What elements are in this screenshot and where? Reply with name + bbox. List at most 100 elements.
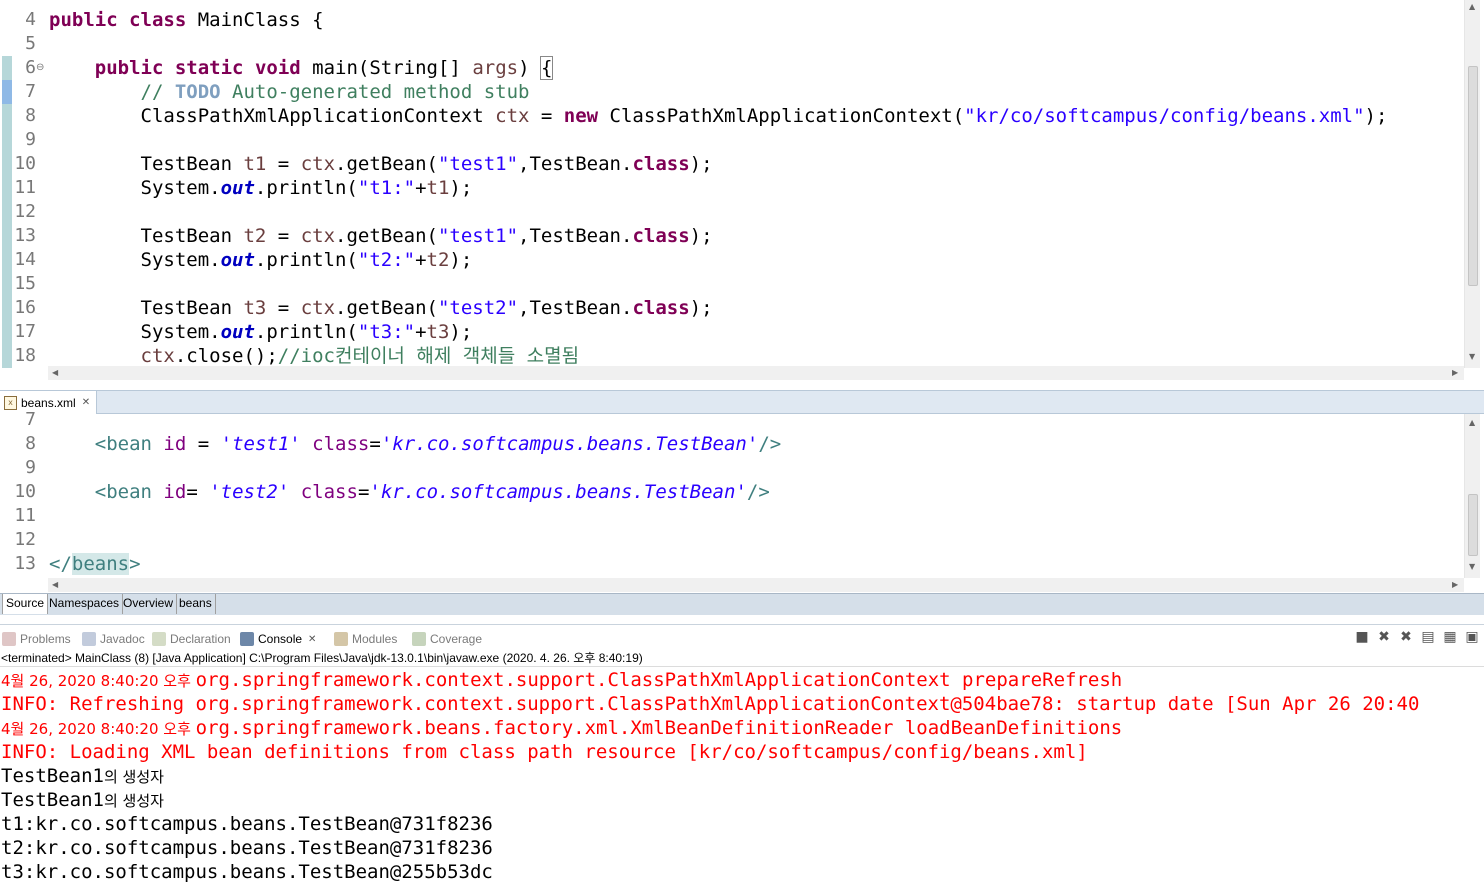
- code-token: t2: [243, 225, 267, 247]
- code-text[interactable]: System.out.println("t1:"+t1);: [49, 176, 473, 200]
- code-token: ctx: [140, 345, 175, 367]
- code-token: "t3:": [357, 321, 416, 343]
- code-text[interactable]: <bean id = 'test1' class='kr.co.softcamp…: [49, 432, 781, 456]
- code-token: =: [186, 481, 210, 503]
- code-text[interactable]: <bean id= 'test2' class='kr.co.softcampu…: [49, 480, 770, 504]
- code-token: static: [174, 57, 244, 79]
- java-editor[interactable]: 4 public class MainClass {5 6 ⊖ public stat…: [0, 0, 1484, 380]
- code-token: MainClass {: [186, 9, 324, 31]
- code-token: System.: [49, 321, 221, 343]
- scroll-left-icon[interactable]: ◀: [52, 580, 58, 589]
- line-number: 4: [25, 9, 36, 30]
- log-text: t2:kr.co.softcampus.beans.TestBean@731f8…: [1, 837, 493, 859]
- line-number: 12: [14, 529, 36, 550]
- tab-coverage[interactable]: Coverage: [412, 629, 482, 649]
- display-console-icon[interactable]: ▣: [1464, 629, 1480, 645]
- code-token: "test2": [437, 297, 519, 319]
- line-number: 14: [14, 249, 36, 270]
- log-timestamp: 4월 26, 2020 8:40:20 오후: [1, 672, 196, 690]
- xml-editor-tab-bar: x beans.xml ✕: [0, 390, 1484, 414]
- scroll-lock-icon[interactable]: ▤: [1420, 629, 1436, 645]
- code-text[interactable]: System.out.println("t2:"+t2);: [49, 248, 473, 272]
- code-token: out: [220, 321, 255, 343]
- code-text[interactable]: public class MainClass {: [49, 8, 324, 32]
- tab-namespaces[interactable]: Namespaces: [46, 594, 124, 614]
- tab-label: Declaration: [170, 632, 231, 646]
- code-text[interactable]: // TODO Auto-generated method stub: [49, 80, 530, 104]
- log-text: org.springframework.context.support.Clas…: [195, 669, 1123, 691]
- tab-declaration[interactable]: Declaration: [152, 629, 231, 649]
- tab-problems[interactable]: Problems: [2, 629, 71, 649]
- console-line: t2:kr.co.softcampus.beans.TestBean@731f8…: [1, 836, 493, 860]
- code-text[interactable]: TestBean t2 = ctx.getBean("test1",TestBe…: [49, 224, 713, 248]
- code-token: 'kr.co.softcampus.beans.TestBean': [369, 481, 747, 503]
- code-token: =: [369, 433, 381, 455]
- code-text[interactable]: </beans>: [49, 552, 141, 576]
- code-token: public: [94, 57, 164, 79]
- code-text[interactable]: ClassPathXmlApplicationContext ctx = new…: [49, 104, 1388, 128]
- scroll-down-icon[interactable]: ▼: [1469, 352, 1475, 361]
- line-number: 13: [14, 225, 36, 246]
- scroll-right-icon[interactable]: ▶: [1452, 368, 1458, 377]
- tab-overview[interactable]: Overview: [120, 594, 178, 614]
- console-icon: [240, 632, 254, 646]
- code-token: <bean: [94, 433, 152, 455]
- terminate-icon[interactable]: ■: [1354, 629, 1370, 645]
- scroll-up-icon[interactable]: ▲: [1469, 418, 1475, 427]
- code-token: ,TestBean.: [518, 153, 633, 175]
- line-number: 17: [14, 321, 36, 342]
- scroll-thumb[interactable]: [1468, 66, 1478, 286]
- xml-horizontal-scrollbar[interactable]: ◀ ▶: [48, 578, 1464, 592]
- line-number: 9: [25, 129, 36, 150]
- tab-label: Modules: [352, 632, 398, 646]
- scroll-up-icon[interactable]: ▲: [1469, 2, 1475, 11]
- remove-launch-icon[interactable]: ✖: [1376, 629, 1392, 645]
- console-output[interactable]: 4월 26, 2020 8:40:20 오후 org.springframewo…: [0, 668, 1484, 886]
- tab-label: Console: [258, 632, 303, 646]
- tab-source[interactable]: Source: [2, 594, 49, 614]
- code-text[interactable]: System.out.println("t3:"+t3);: [49, 320, 473, 344]
- code-token: );: [449, 177, 473, 199]
- line-number: 10: [14, 153, 36, 174]
- tab-beans[interactable]: beans: [176, 594, 216, 614]
- log-text: TestBean1: [1, 765, 104, 787]
- code-token: ClassPathXmlApplicationContext(: [598, 105, 965, 127]
- code-token: );: [689, 153, 713, 175]
- code-token: public: [49, 9, 118, 31]
- tab-console[interactable]: Console ✕: [240, 629, 317, 649]
- console-line: TestBean1의 생성자: [1, 764, 164, 788]
- xml-editor[interactable]: 78 <bean id = 'test1' class='kr.co.softc…: [0, 409, 1484, 594]
- code-token: main(String[]: [300, 57, 473, 79]
- fold-toggle-icon[interactable]: ⊖: [36, 56, 44, 80]
- xml-vertical-scrollbar[interactable]: ▲ ▼: [1464, 414, 1480, 578]
- code-token: beans: [71, 553, 130, 575]
- scroll-right-icon[interactable]: ▶: [1452, 580, 1458, 589]
- tab-javadoc[interactable]: Javadoc: [82, 629, 145, 649]
- code-text[interactable]: TestBean t3 = ctx.getBean("test2",TestBe…: [49, 296, 713, 320]
- code-text[interactable]: ctx.close();//ioc컨테이너 해제 객체들 소멸됨: [49, 344, 580, 368]
- java-vertical-scrollbar[interactable]: ▲ ▼: [1464, 0, 1480, 368]
- code-text[interactable]: TestBean t1 = ctx.getBean("test1",TestBe…: [49, 152, 713, 176]
- code-token: />: [746, 481, 770, 503]
- close-icon[interactable]: ✕: [308, 634, 316, 645]
- javadoc-icon: [82, 632, 96, 646]
- code-token: class: [300, 481, 358, 503]
- tab-modules[interactable]: Modules: [334, 629, 397, 649]
- java-horizontal-scrollbar[interactable]: ◀ ▶: [48, 366, 1464, 380]
- close-icon[interactable]: ✕: [82, 397, 90, 408]
- scroll-left-icon[interactable]: ◀: [52, 368, 58, 377]
- log-timestamp: 4월 26, 2020 8:40:20 오후: [1, 720, 196, 738]
- code-text[interactable]: public static void main(String[] args) {: [49, 56, 554, 80]
- code-token: "test1": [437, 225, 519, 247]
- scroll-thumb[interactable]: [1468, 494, 1478, 556]
- log-text: t3:kr.co.softcampus.beans.TestBean@255b5…: [1, 861, 493, 883]
- code-token: ,TestBean.: [518, 225, 633, 247]
- code-token: ctx: [495, 105, 530, 127]
- remove-all-icon[interactable]: ✖: [1398, 629, 1414, 645]
- pin-icon[interactable]: ▦: [1442, 629, 1458, 645]
- scroll-down-icon[interactable]: ▼: [1469, 562, 1475, 571]
- code-token: System.: [49, 249, 221, 271]
